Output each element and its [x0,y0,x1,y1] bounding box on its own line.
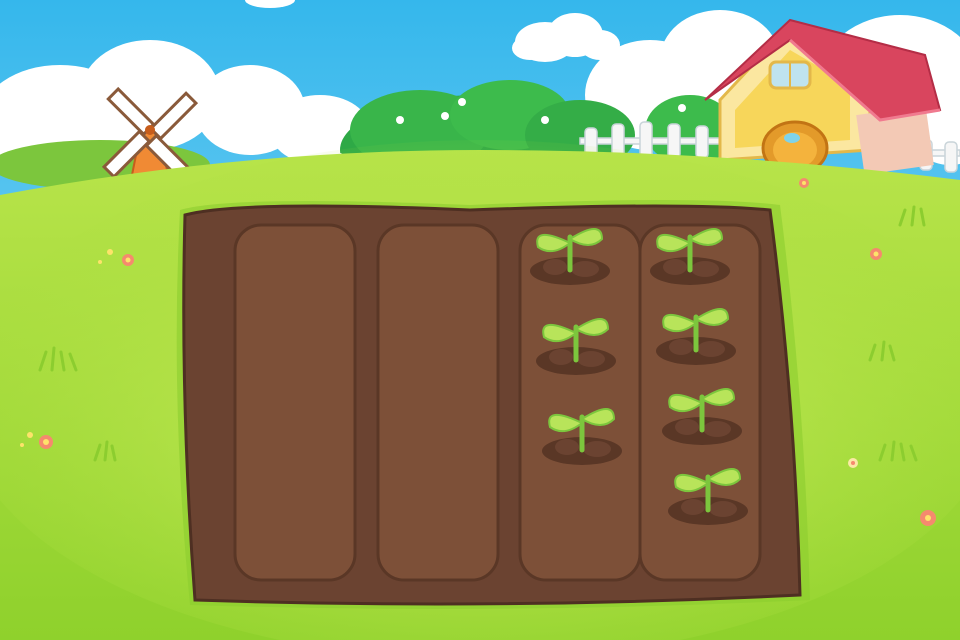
furrow-row-2[interactable] [376,223,500,582]
furrow-row-1[interactable] [233,223,357,582]
farm-scene [0,0,960,640]
